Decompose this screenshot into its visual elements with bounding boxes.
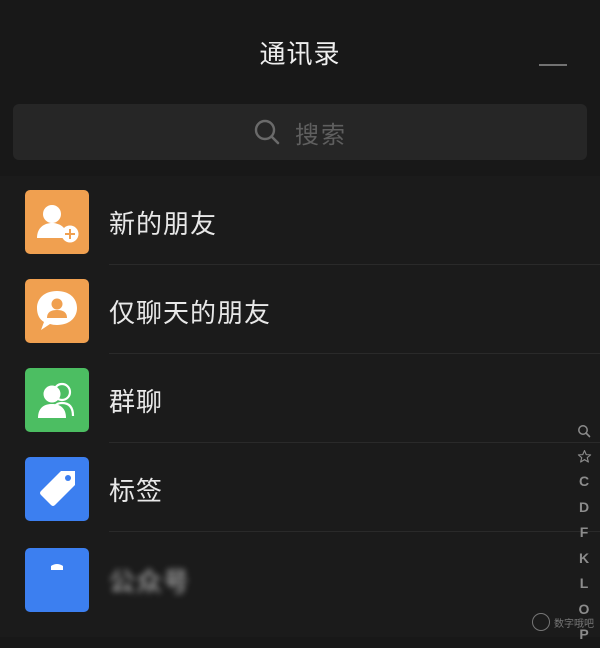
list-item-label: 公众号 <box>109 568 191 598</box>
index-search-icon[interactable] <box>572 418 596 444</box>
contact-functions-list: 新的朋友 仅聊天的朋友 群聊 标签 公众号 <box>0 176 600 637</box>
list-item-group-chats[interactable]: 群聊 <box>0 354 600 443</box>
chat-only-icon <box>25 279 89 343</box>
list-item-chat-only-friends[interactable]: 仅聊天的朋友 <box>0 265 600 354</box>
list-item-label: 仅聊天的朋友 <box>109 299 272 329</box>
list-item-label: 群聊 <box>109 388 164 418</box>
official-account-icon <box>25 548 89 612</box>
watermark-logo-icon <box>532 613 550 631</box>
top-bar: 通讯录 <box>0 0 600 104</box>
watermark: 数字哦吧 <box>532 613 594 631</box>
index-letter[interactable]: F <box>572 520 596 546</box>
list-item-label: 新的朋友 <box>109 210 218 240</box>
index-letter[interactable]: C <box>572 469 596 495</box>
list-item-label: 标签 <box>109 477 164 507</box>
index-letter[interactable]: L <box>572 571 596 597</box>
add-contact-icon[interactable] <box>539 64 567 66</box>
index-letter[interactable]: D <box>572 495 596 521</box>
add-friend-icon <box>25 190 89 254</box>
tag-icon <box>25 457 89 521</box>
search-icon <box>253 118 281 146</box>
search-area: 搜索 <box>0 104 600 176</box>
list-item-tags[interactable]: 标签 <box>0 443 600 532</box>
watermark-text: 数字哦吧 <box>554 618 594 630</box>
search-bar[interactable]: 搜索 <box>13 104 587 160</box>
page-title: 通讯录 <box>259 40 341 70</box>
index-letter[interactable]: K <box>572 546 596 572</box>
index-star-icon[interactable] <box>572 444 596 470</box>
list-item-new-friends[interactable]: 新的朋友 <box>0 176 600 265</box>
search-placeholder: 搜索 <box>295 120 347 149</box>
list-item-official-accounts[interactable]: 公众号 <box>0 532 600 621</box>
group-chat-icon <box>25 368 89 432</box>
